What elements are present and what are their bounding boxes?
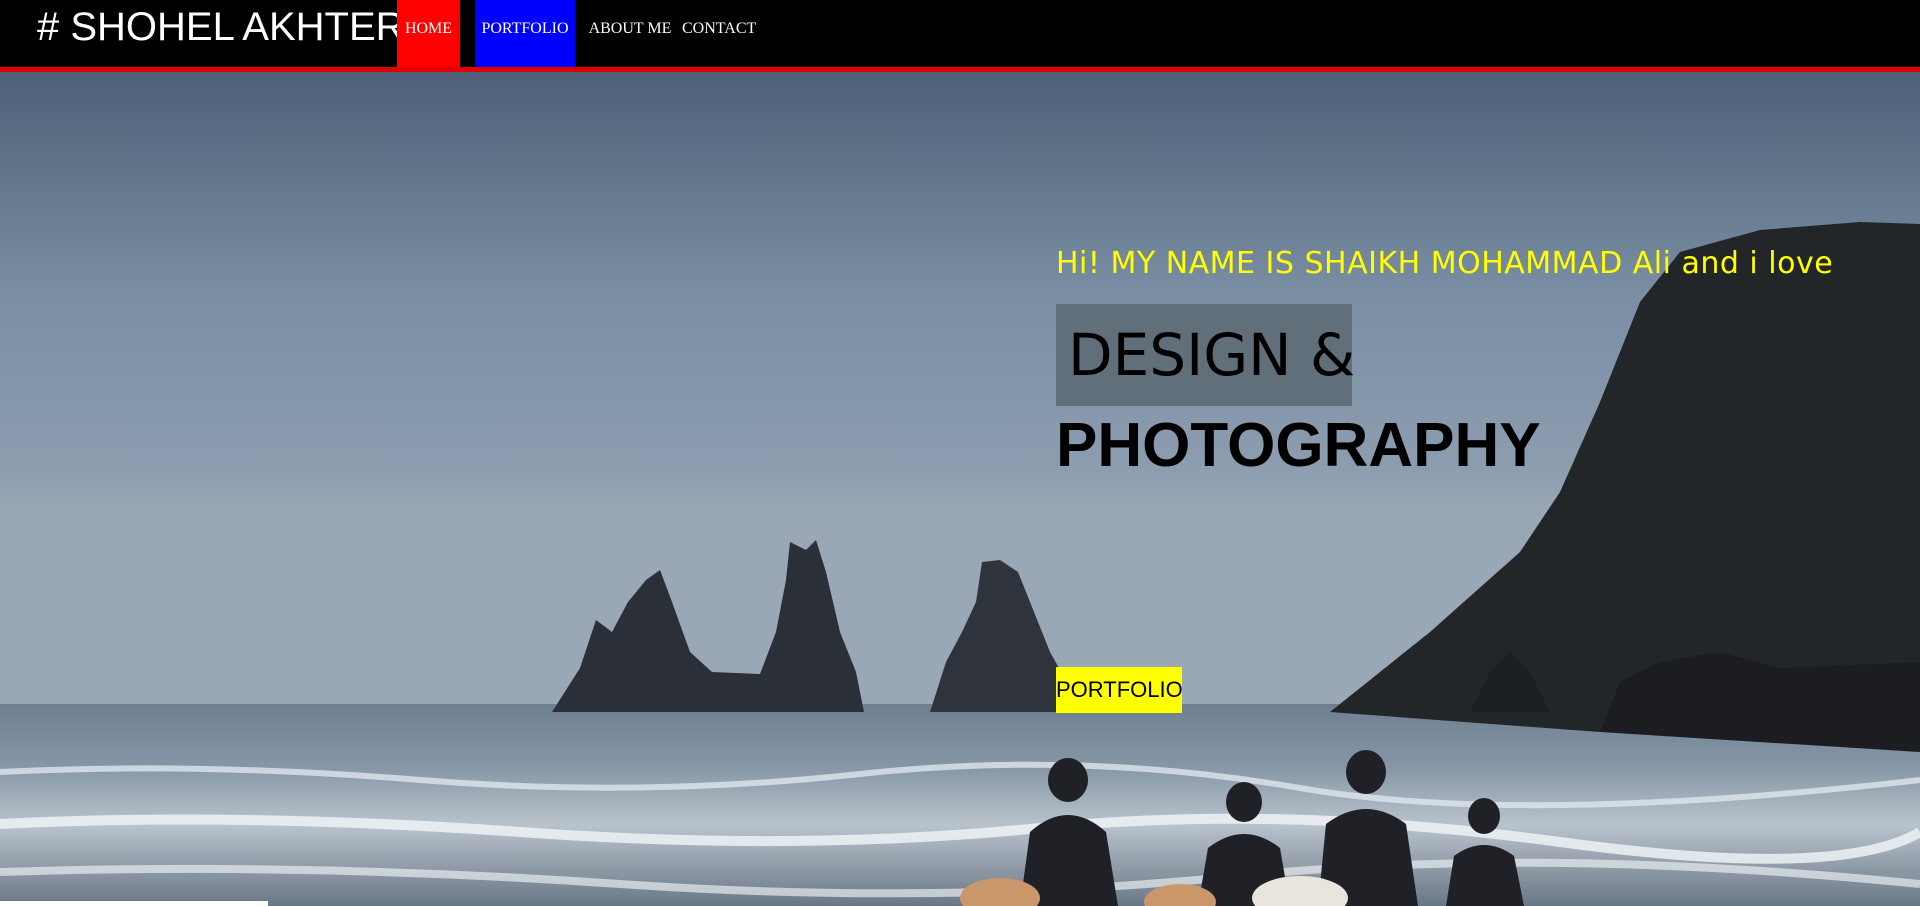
hero-section: Hi! MY NAME IS SHAIKH MOHAMMAD Ali and i… <box>0 72 1920 906</box>
hero-photography-word: PHOTOGRAPHY <box>1056 411 1541 480</box>
nav-portfolio[interactable]: PORTFOLIO <box>475 0 575 67</box>
nav-home[interactable]: HOME <box>397 0 460 67</box>
site-brand[interactable]: # SHOHEL AKHTER <box>37 4 405 50</box>
bottom-scrollbar-edge <box>0 901 268 906</box>
top-navbar: # SHOHEL AKHTER HOME PORTFOLIO ABOUT ME … <box>0 0 1920 72</box>
hero-greeting-text: Hi! MY NAME IS SHAIKH MOHAMMAD Ali and i… <box>1056 246 1834 281</box>
portfolio-button[interactable]: PORTFOLIO <box>1056 667 1183 713</box>
hero-design-word: DESIGN & <box>1056 304 1355 406</box>
nav-contact[interactable]: CONTACT <box>682 0 756 67</box>
hero-background-image <box>0 72 1920 906</box>
nav-about-me[interactable]: ABOUT ME <box>585 0 675 67</box>
